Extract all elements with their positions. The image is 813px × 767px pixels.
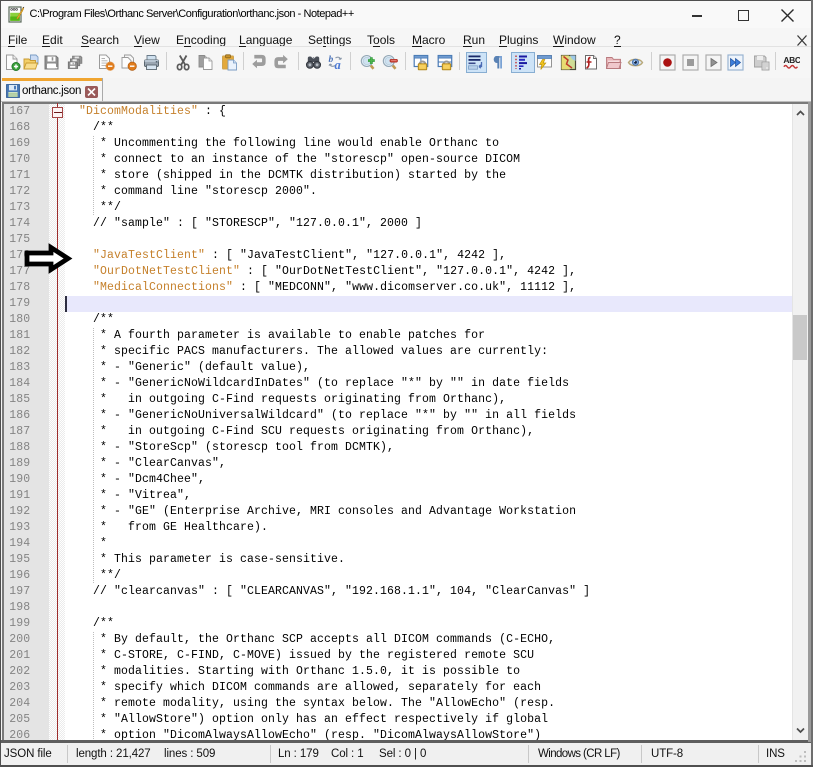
svg-text:a: a	[334, 58, 340, 71]
svg-text:ABC: ABC	[783, 55, 800, 65]
svg-text:b: b	[328, 55, 333, 65]
